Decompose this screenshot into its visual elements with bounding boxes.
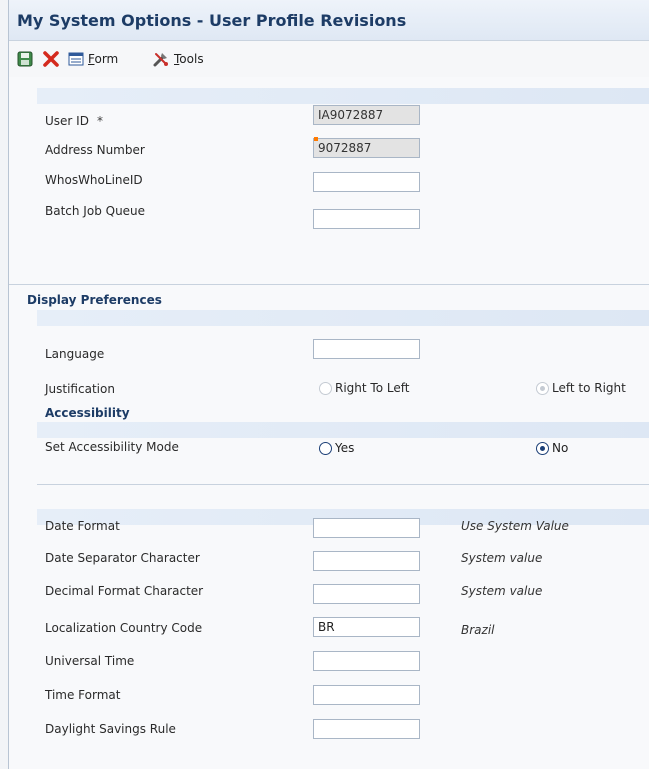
user-id-field [313,105,420,125]
country-code-field[interactable] [313,617,420,637]
tools-menu-label: Tools [174,52,204,66]
universal-time-label: Universal Time [45,654,135,668]
page-title: My System Options - User Profile Revisio… [17,11,407,30]
date-format-hint: Use System Value [461,519,569,533]
language-label: Language [45,347,105,361]
form-menu-label: Form [88,52,119,66]
section-header-band [37,422,649,438]
required-indicator [314,137,318,141]
divider [37,484,649,485]
display-preferences-title: Display Preferences [27,293,162,307]
universal-time-field[interactable] [313,651,420,671]
date-separator-field[interactable] [313,551,420,571]
whoswho-field[interactable] [313,172,420,192]
whoswho-label: WhosWhoLineID [45,173,143,187]
address-number-field [313,138,420,158]
user-id-label: User ID * [45,114,103,128]
accessibility-title: Accessibility [45,406,130,420]
radio-label: Right To Left [335,381,410,395]
batch-queue-label: Batch Job Queue [45,204,146,218]
radio-circle[interactable] [536,441,549,455]
daylight-savings-label: Daylight Savings Rule [45,722,176,736]
save-button[interactable] [17,49,33,69]
decimal-format-hint: System value [461,584,543,598]
radio-accessibility-no[interactable]: No [536,441,568,455]
radio-circle [536,381,549,395]
section-header-band [37,310,649,326]
batch-queue-field[interactable] [313,209,420,229]
save-icon [17,51,33,67]
radio-label: No [552,441,569,455]
date-separator-hint: System value [461,551,543,565]
country-code-hint: Brazil [461,623,495,637]
time-format-label: Time Format [45,688,121,702]
radio-accessibility-yes[interactable]: Yes [319,441,354,455]
daylight-savings-field[interactable] [313,719,420,739]
form-icon [68,52,84,66]
time-format-field[interactable] [313,685,420,705]
divider [9,284,649,285]
country-code-label: Localization Country Code [45,621,203,635]
decimal-format-field[interactable] [313,584,420,604]
address-number-label: Address Number [45,143,145,157]
radio-circle[interactable] [319,441,332,455]
date-format-label: Date Format [45,519,120,533]
language-field[interactable] [313,339,420,359]
tools-icon [153,53,168,67]
decimal-format-label: Decimal Format Character [45,584,204,598]
date-format-field[interactable] [313,518,420,538]
justification-label: Justification [45,382,115,396]
radio-left-to-right: Left to Right [536,381,626,395]
tools-menu-button[interactable]: Tools [152,49,204,69]
radio-right-to-left: Right To Left [319,381,409,395]
form-menu-button[interactable]: Form [68,49,118,69]
cancel-icon [43,51,59,67]
window-frame-left [0,0,9,769]
cancel-button[interactable] [42,49,60,69]
accessibility-mode-label: Set Accessibility Mode [45,440,179,454]
date-separator-label: Date Separator Character [45,551,200,565]
section-header-band [37,88,649,104]
radio-label: Yes [335,441,355,455]
radio-label: Left to Right [552,381,626,395]
radio-circle [319,381,332,395]
